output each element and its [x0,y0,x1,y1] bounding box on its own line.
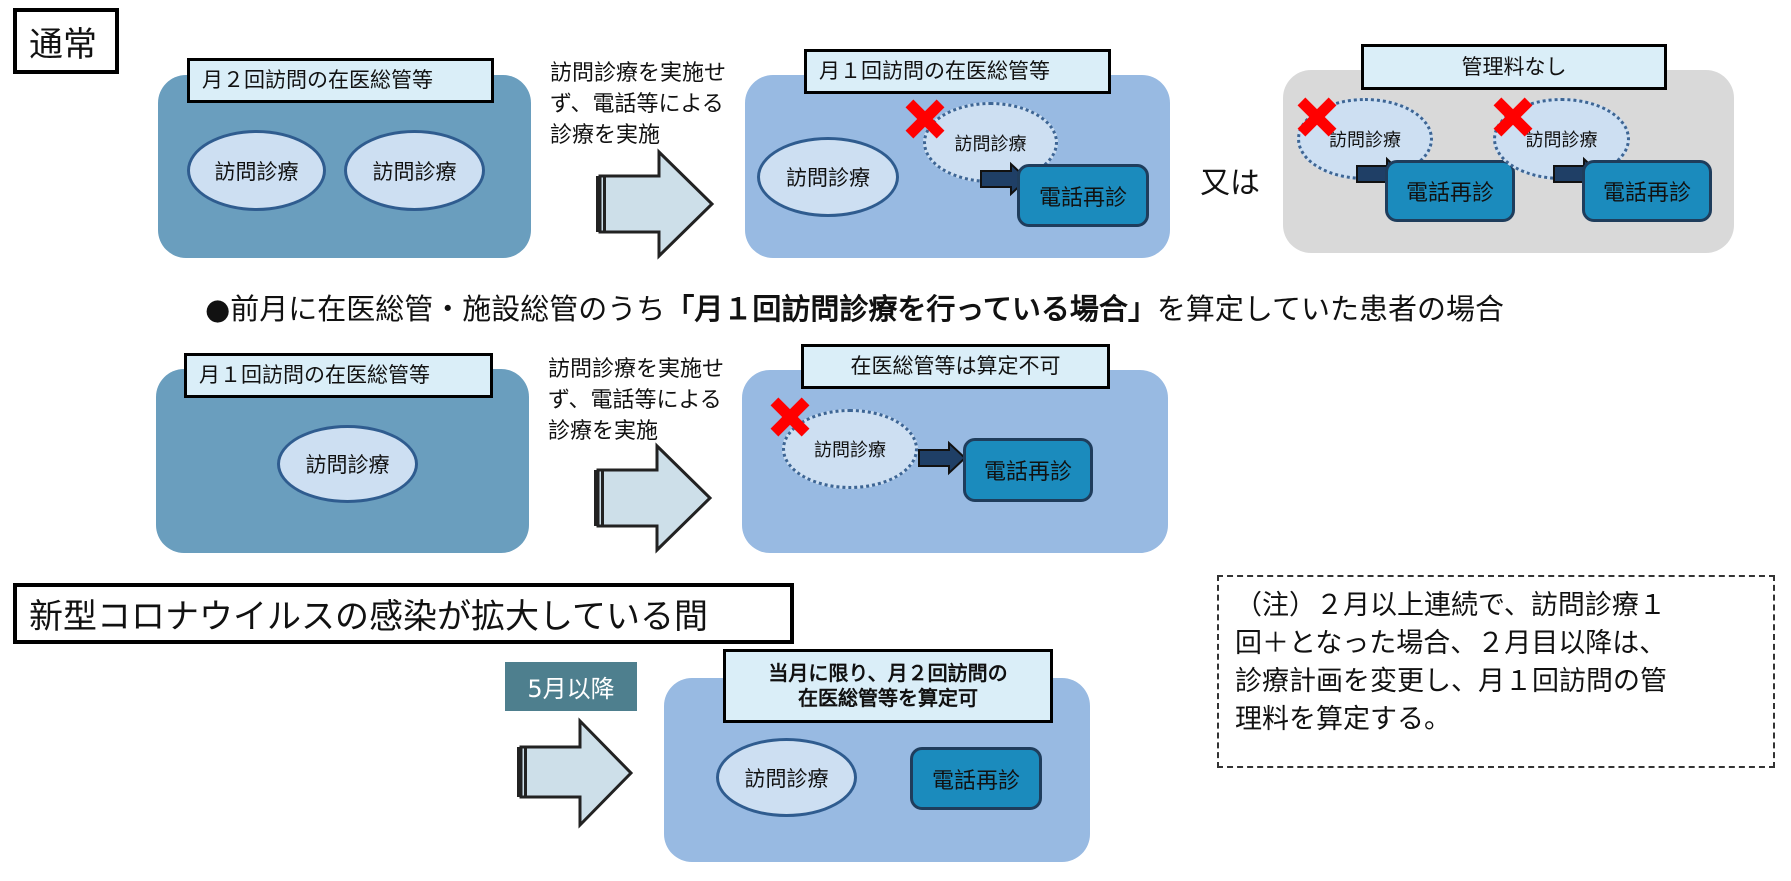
right-block-arrow-icon [517,717,634,829]
section-title-covid: 新型コロナウイルスの感染が拡大している間 [13,583,794,644]
visit-text: 訪問診療 [372,159,457,184]
section-title-normal: 通常 [13,8,119,74]
label-not-billable: 在医総管等は算定不可 [801,344,1110,389]
label-billable-twice-line: 当月に限り、月２回訪問の [768,661,1008,685]
footnote-line: 回＋となった場合、２月目以降は、 [1235,628,1667,659]
red-x-icon [1493,97,1533,137]
right-block-arrow-icon [596,148,715,260]
red-x-icon [1297,97,1337,137]
period-tag: 5月以降 [505,662,637,711]
cancelled-visit-text: 訪問診療 [1525,130,1598,151]
cancelled-visit-text: 訪問診療 [814,440,886,461]
phone-consult-text: 電話再診 [1602,181,1691,206]
footnote-box: （注）２月以上連続で、訪問診療１ 回＋となった場合、２月目以降は、 診療計画を変… [1217,575,1775,768]
label-once-monthly: 月１回訪問の在医総管等 [804,49,1111,94]
transition-text-line: 診療を実施 [548,419,659,444]
visit-ellipse: 訪問診療 [344,130,485,211]
label-once-monthly-prev: 月１回訪問の在医総管等 [184,353,493,398]
cancelled-visit-text: 訪問診療 [954,133,1027,155]
condition-statement: ●前月に在医総管・施設総管のうち「月１回訪問診療を行っている場合」を算定していた… [205,286,1504,328]
red-x-icon [905,99,945,139]
or-text-value: 又は [1200,166,1260,201]
visit-ellipse: 訪問診療 [757,137,899,217]
visit-text: 訪問診療 [214,159,299,184]
transition-text: 訪問診療を実施せ ず、電話等による 診療を実施 [550,58,726,151]
phone-consult-box: 電話再診 [1385,160,1515,222]
condition-suffix: を算定していた患者の場合 [1156,292,1505,326]
condition-emphasis: 「月１回訪問診療を行っている場合」 [665,292,1157,326]
transition-text-line: 診療を実施 [550,123,661,148]
label-no-fee-text: 管理料なし [1461,54,1567,79]
label-twice-monthly: 月２回訪問の在医総管等 [187,58,494,103]
transition-text: 訪問診療を実施せ ず、電話等による 診療を実施 [548,354,724,447]
footnote-line: （注）２月以上連続で、訪問診療１ [1235,590,1666,621]
or-text: 又は [1200,158,1260,202]
footnote-line: 理料を算定する。 [1235,704,1451,735]
label-no-fee: 管理料なし [1361,44,1667,90]
red-x-icon [770,397,810,437]
transition-text-line: 訪問診療を実施せ [548,357,725,382]
transition-text-line: ず、電話等による [550,92,724,117]
phone-consult-text: 電話再診 [983,460,1072,485]
label-billable-twice: 当月に限り、月２回訪問の 在医総管等を算定可 [723,649,1053,723]
visit-text: 訪問診療 [744,766,829,791]
label-once-monthly-text: 月１回訪問の在医総管等 [819,59,1050,84]
phone-consult-box: 電話再診 [1582,160,1712,222]
section-title-normal-text: 通常 [29,24,97,65]
label-twice-monthly-text: 月２回訪問の在医総管等 [202,68,433,93]
label-billable-twice-line: 在医総管等を算定可 [798,686,978,710]
phone-consult-text: 電話再診 [1038,185,1127,211]
right-block-arrow-icon [594,442,713,554]
visit-ellipse: 訪問診療 [187,130,326,211]
label-once-monthly-prev-text: 月１回訪問の在医総管等 [199,363,430,388]
phone-consult-text: 電話再診 [931,768,1020,794]
small-right-arrow-icon [918,440,967,476]
label-not-billable-text: 在医総管等は算定不可 [850,354,1061,379]
transition-text-line: 訪問診療を実施せ [550,61,727,86]
phone-consult-text: 電話再診 [1405,181,1494,206]
phone-consult-box: 電話再診 [1017,164,1149,227]
period-tag-text: 5月以降 [527,675,615,703]
phone-consult-box: 電話再診 [910,747,1042,810]
footnote-line: 診療計画を変更し、月１回訪問の管 [1235,666,1667,697]
cancelled-visit-text: 訪問診療 [1329,130,1401,151]
condition-prefix: ●前月に在医総管・施設総管のうち [205,292,666,326]
visit-ellipse: 訪問診療 [277,425,418,503]
visit-text: 訪問診療 [305,453,390,477]
visit-text: 訪問診療 [786,166,870,190]
visit-ellipse: 訪問診療 [716,738,857,817]
transition-text-line: ず、電話等による [548,388,722,413]
phone-consult-box: 電話再診 [963,438,1093,502]
section-title-covid-text: 新型コロナウイルスの感染が拡大している間 [29,597,708,637]
